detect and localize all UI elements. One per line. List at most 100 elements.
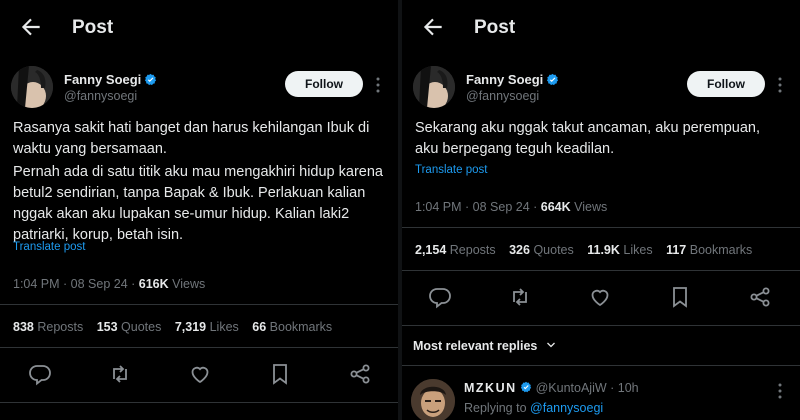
share-icon[interactable] [748, 285, 772, 309]
author-handle[interactable]: @fannysoegi [64, 89, 137, 103]
post-meta: 1:04 PM · 08 Sep 24 · 616K Views [13, 277, 206, 291]
verified-icon [547, 73, 559, 86]
more-icon[interactable] [774, 76, 786, 94]
post-text: Rasanya sakit hati banget dan harus kehi… [13, 118, 393, 248]
translate-link[interactable]: Translate post [415, 164, 487, 176]
quotes-count: 326 [509, 243, 530, 257]
view-count: 616K [138, 277, 169, 291]
bookmarks-count: 117 [666, 243, 687, 257]
share-icon[interactable] [348, 362, 372, 386]
reply-author-handle[interactable]: @KuntoAjiW [536, 381, 607, 395]
engagement-stats: 838 Reposts 153 Quotes 7,319 Likes 66 Bo… [13, 320, 342, 334]
reply-avatar[interactable] [411, 379, 455, 420]
view-count: 664K [540, 200, 571, 214]
likes-count: 7,319 [174, 320, 207, 334]
more-icon[interactable] [774, 382, 786, 400]
bookmark-icon[interactable] [268, 362, 292, 386]
engagement-stats: 2,154 Reposts 326 Quotes 11.9K Likes 117… [415, 243, 762, 257]
post-text: Sekarang aku nggak takut ancaman, aku pe… [415, 118, 785, 162]
action-bar [0, 362, 398, 392]
divider [402, 365, 800, 366]
avatar[interactable] [11, 66, 53, 108]
bookmarks-label: Bookmarks [689, 243, 753, 257]
divider [402, 227, 800, 228]
author-handle[interactable]: @fannysoegi [466, 89, 539, 103]
more-icon[interactable] [372, 76, 384, 94]
reposts-stat[interactable]: 838 Reposts [13, 320, 83, 334]
post-time[interactable]: 1:04 PM [13, 277, 60, 291]
follow-button[interactable]: Follow [687, 71, 765, 97]
likes-stat[interactable]: 11.9K Likes [587, 243, 652, 257]
likes-label: Likes [623, 243, 653, 257]
likes-stat[interactable]: 7,319 Likes [175, 320, 239, 334]
page-title: Post [474, 17, 516, 38]
reply-icon[interactable] [28, 362, 52, 386]
views-label: Views [574, 200, 608, 214]
verified-icon [145, 73, 157, 86]
reposts-stat[interactable]: 2,154 Reposts [415, 243, 496, 257]
post-paragraph: Pernah ada di satu titik aku mau mengakh… [13, 164, 383, 243]
replies-filter[interactable]: Most relevant replies [413, 339, 557, 353]
views-label: Views [172, 277, 206, 291]
bookmarks-stat[interactable]: 66 Bookmarks [252, 320, 332, 334]
reply-icon[interactable] [428, 285, 452, 309]
header: Post [0, 0, 398, 56]
follow-button[interactable]: Follow [285, 71, 363, 97]
author-name-text: Fanny Soegi [466, 72, 544, 87]
repost-icon[interactable] [108, 362, 132, 386]
post-panel-left: Post Fanny Soegi @fannysoegi Follow Rasa… [0, 0, 398, 420]
reply-author-name[interactable]: MZKUN [464, 381, 517, 395]
bookmarks-label: Bookmarks [269, 320, 333, 334]
reply-avatar-image [411, 379, 455, 420]
replying-to-handle[interactable]: @fannysoegi [530, 401, 603, 415]
replies-filter-label: Most relevant replies [413, 339, 538, 353]
post-date[interactable]: 08 Sep 24 [473, 200, 530, 214]
back-arrow-icon[interactable] [18, 14, 44, 40]
reposts-label: Reposts [37, 320, 84, 334]
likes-label: Likes [209, 320, 239, 334]
verified-icon [520, 381, 532, 393]
divider [0, 402, 398, 403]
quotes-count: 153 [96, 320, 118, 334]
author-name-text: Fanny Soegi [64, 72, 142, 87]
replying-to: Replying to @fannysoegi [464, 401, 603, 415]
translate-link[interactable]: Translate post [13, 241, 85, 253]
repost-icon[interactable] [508, 285, 532, 309]
bookmarks-stat[interactable]: 117 Bookmarks [666, 243, 752, 257]
avatar[interactable] [413, 66, 455, 108]
avatar-image [11, 66, 53, 108]
reply-header: MZKUN @KuntoAjiW · 10h [464, 381, 639, 395]
quotes-label: Quotes [121, 320, 162, 334]
divider [0, 304, 398, 305]
header: Post [402, 0, 800, 56]
back-arrow-icon[interactable] [420, 14, 446, 40]
replying-to-prefix: Replying to [464, 401, 527, 415]
divider [402, 270, 800, 271]
page-title: Post [72, 17, 114, 38]
reposts-count: 2,154 [415, 243, 447, 257]
reply-age[interactable]: 10h [618, 381, 639, 395]
post-time[interactable]: 1:04 PM [415, 200, 462, 214]
quotes-stat[interactable]: 326 Quotes [509, 243, 574, 257]
author-name[interactable]: Fanny Soegi [466, 72, 559, 87]
action-bar [402, 285, 800, 315]
quotes-stat[interactable]: 153 Quotes [97, 320, 162, 334]
avatar-image [413, 66, 455, 108]
likes-count: 11.9K [587, 243, 620, 257]
bookmark-icon[interactable] [668, 285, 692, 309]
reposts-count: 838 [13, 320, 34, 334]
like-icon[interactable] [588, 285, 612, 309]
post-meta: 1:04 PM · 08 Sep 24 · 664K Views [415, 200, 608, 214]
post-date[interactable]: 08 Sep 24 [71, 277, 128, 291]
reposts-label: Reposts [449, 243, 496, 257]
quotes-label: Quotes [533, 243, 574, 257]
divider [0, 347, 398, 348]
like-icon[interactable] [188, 362, 212, 386]
divider [402, 325, 800, 326]
author-name[interactable]: Fanny Soegi [64, 72, 157, 87]
bookmarks-count: 66 [252, 320, 267, 334]
chevron-down-icon [546, 342, 555, 348]
post-panel-right: Post Fanny Soegi @fannysoegi Follow Seka… [402, 0, 800, 420]
post-paragraph: Rasanya sakit hati banget dan harus kehi… [13, 120, 370, 157]
post-paragraph: Sekarang aku nggak takut ancaman, aku pe… [415, 120, 761, 157]
